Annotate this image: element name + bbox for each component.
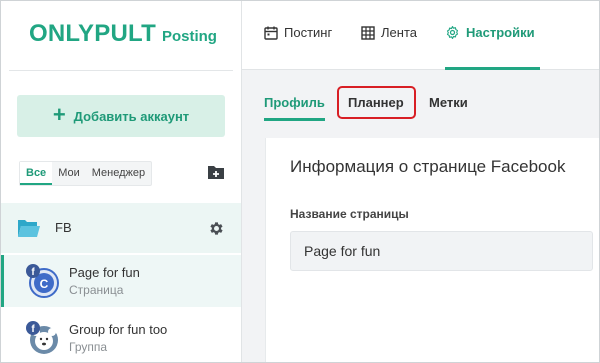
filter-mine[interactable]: Мои [52,162,86,185]
sidebar-page-item[interactable]: f Group for fun too Группа [1,312,241,362]
plus-icon: + [52,102,66,127]
nav-posting-label: Постинг [284,25,333,40]
card-title: Информация о странице Facebook [290,157,566,176]
page-info-card: Информация о странице Facebook Название … [265,138,599,362]
brand-logo[interactable]: ONLYPULT Posting [29,20,217,48]
subtab-active-indicator [264,118,325,121]
page-name: Group for fun too [69,322,168,337]
page-type: Страница [69,283,124,297]
group-label: FB [55,220,72,235]
settings-subtabs: Профиль Планнер Метки [242,70,599,124]
page-avatar-icon: C f [26,264,59,298]
page-name: Page for fun [69,265,140,280]
gear-icon [446,26,459,39]
account-filter: Все Мои Менеджер [19,161,153,186]
calendar-icon [264,26,278,40]
svg-text:C: C [40,277,49,291]
group-settings-icon[interactable] [208,220,225,237]
nav-feed[interactable]: Лента [361,25,417,40]
brand-name: ONLYPULT [29,20,156,47]
add-folder-icon[interactable] [207,164,225,180]
nav-posting[interactable]: Постинг [264,25,332,40]
page-type: Группа [69,340,108,354]
app-window: ONLYPULT Posting + Добавить аккаунт Все … [0,0,600,363]
sidebar: ONLYPULT Posting + Добавить аккаунт Все … [1,1,242,362]
sidebar-group-fb[interactable]: FB [1,203,241,253]
folder-open-icon [18,220,40,237]
nav-feed-label: Лента [381,25,417,40]
add-account-button[interactable]: + Добавить аккаунт [17,95,225,137]
tab-tags[interactable]: Метки [429,95,468,110]
group-avatar: f [25,320,59,354]
planner-highlight-annotation [337,86,416,119]
sidebar-page-item[interactable]: C f Page for fun Страница [1,255,241,307]
nav-settings[interactable]: Настройки [445,25,535,40]
add-account-label: Добавить аккаунт [73,108,190,124]
bear-avatar-icon: f [26,321,58,354]
filter-all[interactable]: Все [20,162,53,185]
page-name-label: Название страницы [290,207,409,221]
page-avatar: C f [25,263,59,298]
page-name-field[interactable]: Page for fun [290,231,593,271]
nav-settings-label: Настройки [466,25,535,40]
filter-manager[interactable]: Менеджер [86,162,151,185]
top-navigation: Постинг Лента Настройки [242,1,599,70]
tab-profile[interactable]: Профиль [264,95,325,110]
sidebar-divider [9,70,233,71]
grid-icon [361,25,375,40]
brand-product: Posting [161,28,217,45]
